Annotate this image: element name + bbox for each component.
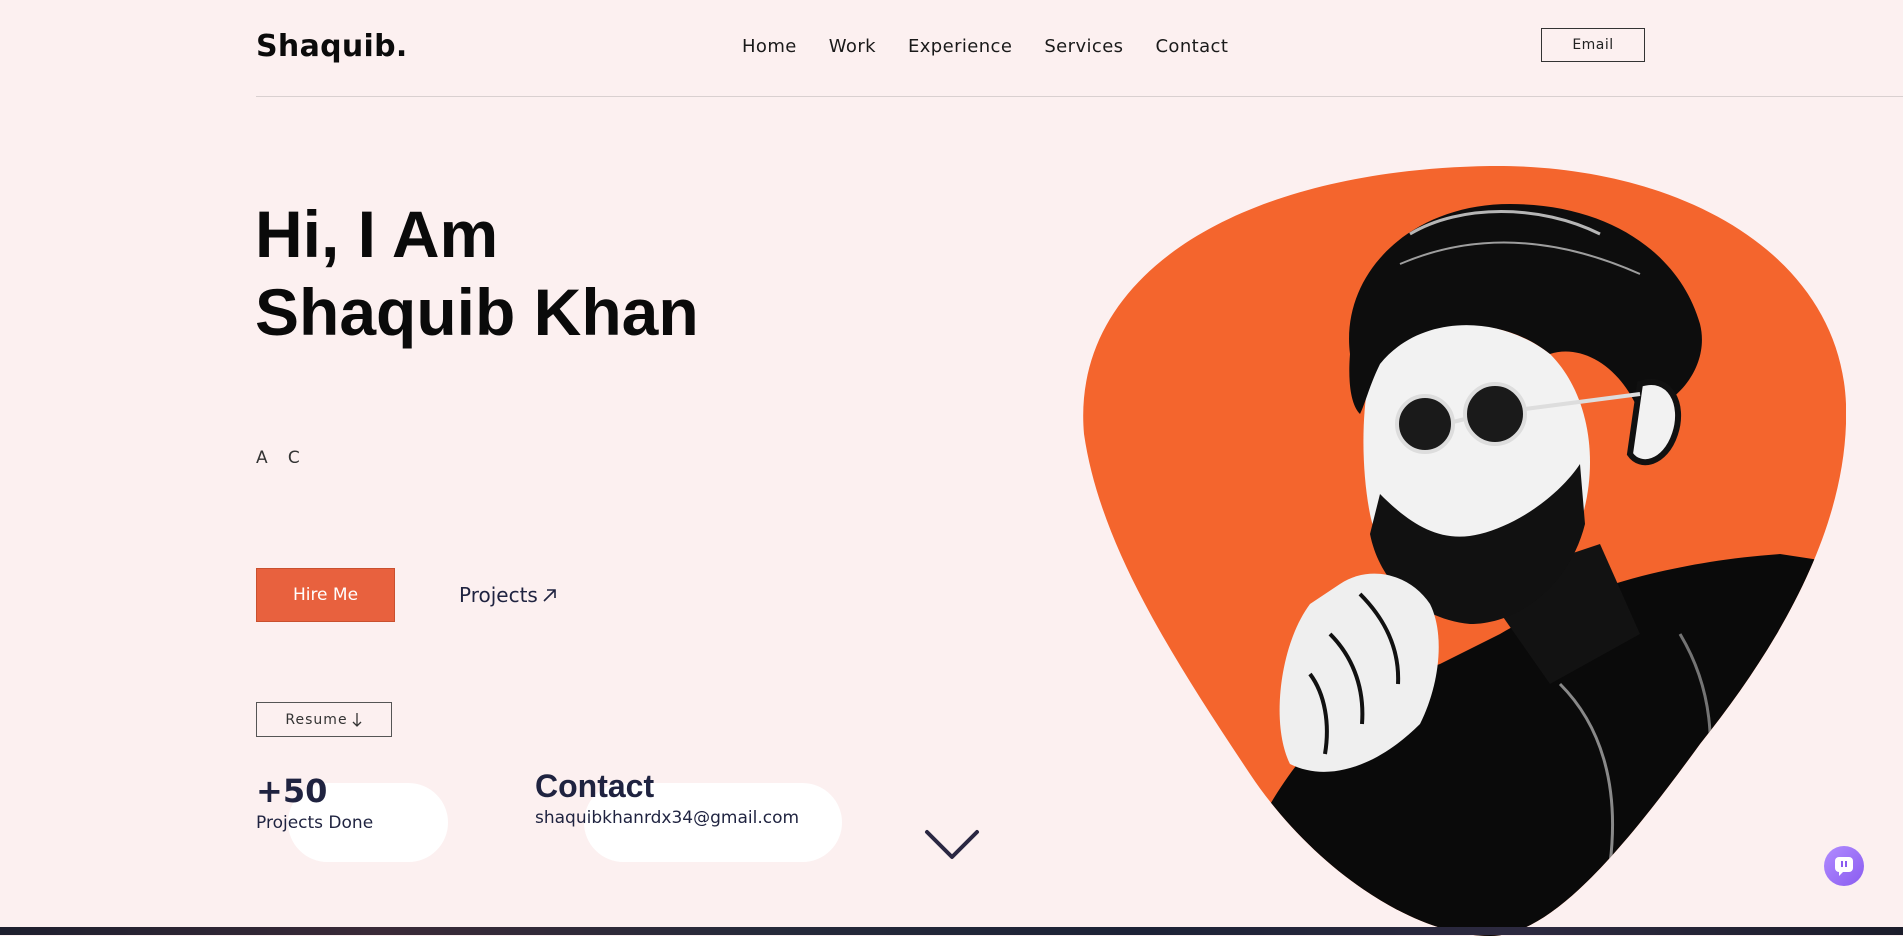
chevron-down-icon[interactable] bbox=[924, 828, 980, 862]
resume-button[interactable]: Resume bbox=[256, 702, 392, 737]
nav-services[interactable]: Services bbox=[1044, 36, 1123, 57]
chat-widget-button[interactable] bbox=[1824, 846, 1864, 886]
typed-subtitle: A C bbox=[256, 448, 301, 468]
hero-title: Hi, I Am Shaquib Khan bbox=[255, 195, 699, 351]
main-nav: Home Work Experience Services Contact bbox=[742, 36, 1228, 57]
hero-title-line2: Shaquib Khan bbox=[255, 275, 699, 349]
projects-label: Projects Done bbox=[256, 813, 374, 833]
resume-button-label: Resume bbox=[285, 711, 348, 728]
contact-title: Contact bbox=[535, 768, 655, 804]
nav-contact[interactable]: Contact bbox=[1155, 36, 1228, 57]
projects-link-label: Projects bbox=[459, 583, 538, 607]
hero-title-line1: Hi, I Am bbox=[255, 197, 499, 271]
nav-experience[interactable]: Experience bbox=[908, 36, 1012, 57]
portrait-image bbox=[1083, 165, 1846, 936]
header-divider bbox=[256, 96, 1903, 97]
nav-home[interactable]: Home bbox=[742, 36, 797, 57]
email-button[interactable]: Email bbox=[1541, 28, 1645, 62]
projects-count: +50 bbox=[256, 772, 328, 810]
arrow-down-icon bbox=[352, 712, 362, 727]
taskbar-strip bbox=[0, 927, 1903, 935]
projects-link[interactable]: Projects bbox=[459, 583, 560, 607]
chat-icon bbox=[1835, 857, 1853, 876]
contact-email[interactable]: shaquibkhanrdx34@gmail.com bbox=[535, 808, 799, 828]
hire-me-button[interactable]: Hire Me bbox=[256, 568, 395, 622]
nav-work[interactable]: Work bbox=[829, 36, 876, 57]
logo[interactable]: Shaquib. bbox=[256, 29, 408, 64]
arrow-up-right-icon bbox=[543, 589, 556, 602]
